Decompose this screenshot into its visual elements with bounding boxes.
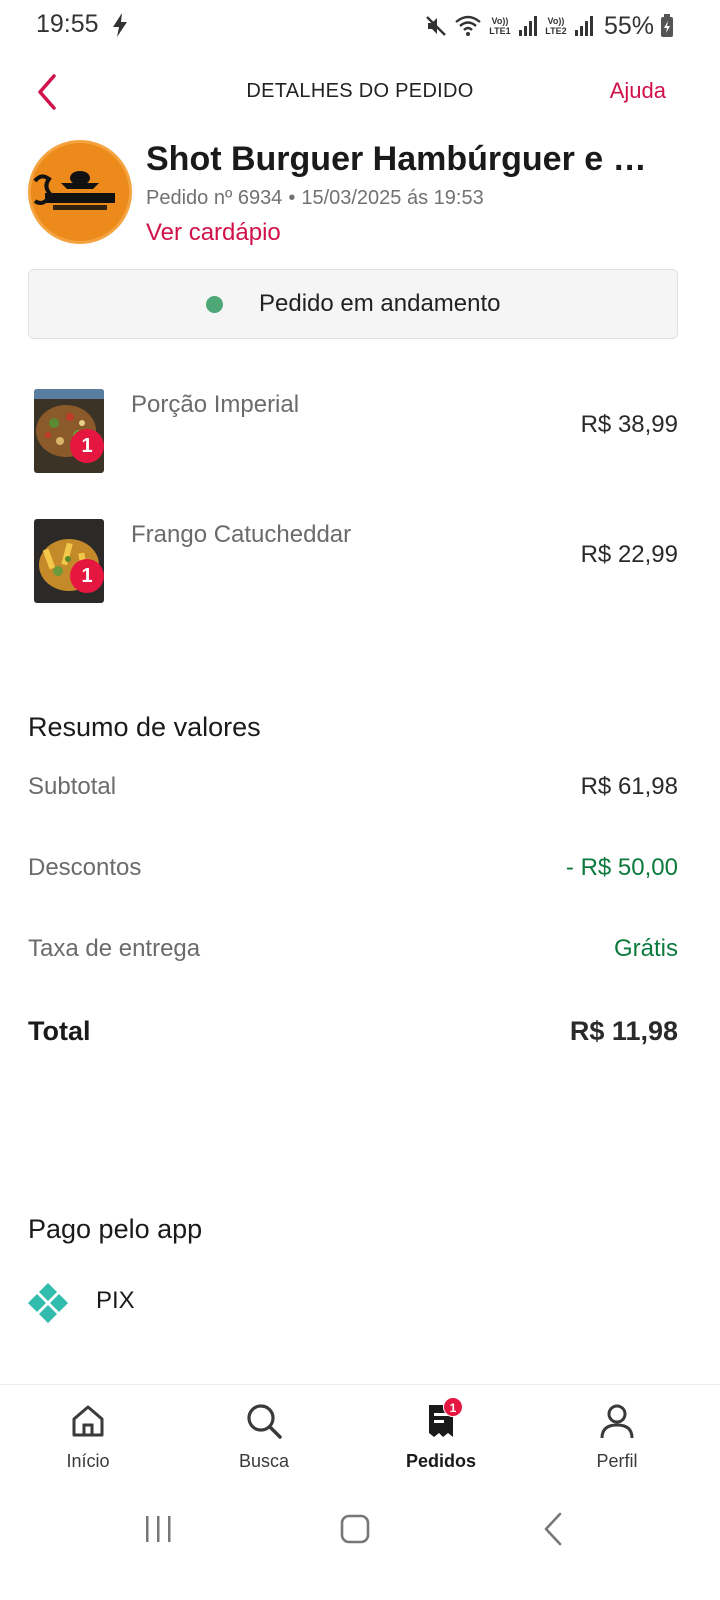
- nav-label: Perfil: [596, 1451, 638, 1471]
- battery-percent: 55%: [603, 11, 654, 40]
- bottom-navigation: Início Busca 1 Pedidos Perfil: [0, 1384, 720, 1488]
- item-name: Frango Catucheddar: [131, 521, 352, 548]
- status-bar: 19:55 Vo)) LTE1 Vo)) LTE2 55%: [0, 0, 720, 52]
- payment-title: Pago pelo app: [28, 1214, 203, 1244]
- total-label: Total: [28, 1016, 91, 1046]
- system-back-icon[interactable]: [522, 1508, 582, 1548]
- charging-bolt-icon: [113, 13, 127, 37]
- system-navigation-bar: [0, 1490, 720, 1600]
- status-icons: Vo)) LTE1 Vo)) LTE2 55%: [424, 10, 674, 42]
- recent-apps-icon[interactable]: [128, 1508, 188, 1548]
- store-logo-image: [31, 143, 129, 241]
- delivery-fee-value: Grátis: [613, 935, 678, 962]
- nav-home[interactable]: Início: [28, 1385, 148, 1485]
- subtotal-row: Subtotal R$ 61,98: [28, 773, 678, 807]
- total-row: Total R$ 11,98: [28, 1016, 678, 1050]
- subtotal-value: R$ 61,98: [580, 773, 678, 800]
- nav-label: Pedidos: [405, 1451, 476, 1471]
- item-price: R$ 22,99: [580, 541, 678, 568]
- item-name: Porção Imperial: [131, 391, 300, 418]
- sim1-label: Vo)) LTE1: [489, 16, 511, 36]
- discount-label: Descontos: [28, 854, 142, 881]
- nav-label: Início: [66, 1451, 110, 1471]
- order-item[interactable]: 1 Porção Imperial R$ 38,99: [28, 389, 678, 479]
- sim2-label: Vo)) LTE2: [545, 16, 567, 36]
- order-status-text: Pedido em andamento: [259, 290, 501, 317]
- total-value: R$ 11,98: [569, 1016, 678, 1046]
- help-button[interactable]: Ajuda: [610, 78, 666, 104]
- signal-2-icon: [574, 16, 593, 36]
- item-price: R$ 38,99: [580, 411, 678, 438]
- nav-orders[interactable]: 1 Pedidos: [381, 1385, 501, 1485]
- separator-dot: •: [288, 187, 296, 209]
- home-icon: [72, 1405, 104, 1437]
- store-name[interactable]: Shot Burguer Hambúrguer e Fr...: [146, 140, 666, 179]
- order-item[interactable]: 1 Frango Catucheddar R$ 22,99: [28, 519, 678, 609]
- item-quantity-badge: 1: [70, 429, 104, 463]
- status-indicator-dot: [206, 296, 223, 313]
- nav-search[interactable]: Busca: [204, 1385, 324, 1485]
- orders-badge: 1: [443, 1397, 463, 1417]
- discount-value: - R$ 50,00: [565, 854, 678, 881]
- top-app-bar: DETALHES DO PEDIDO Ajuda: [0, 62, 720, 122]
- pix-icon: [28, 1283, 68, 1323]
- discount-row: Descontos - R$ 50,00: [28, 854, 678, 888]
- payment-method: PIX: [96, 1287, 135, 1314]
- wifi-icon: [455, 15, 481, 36]
- nav-profile[interactable]: Perfil: [557, 1385, 677, 1485]
- search-icon: [247, 1404, 282, 1439]
- user-icon: [600, 1404, 634, 1439]
- summary-title: Resumo de valores: [28, 712, 261, 742]
- item-quantity-badge: 1: [70, 559, 104, 593]
- signal-1-icon: [518, 16, 537, 36]
- order-meta: Pedido nº 6934 • 15/03/2025 ás 19:53: [146, 187, 484, 210]
- delivery-fee-label: Taxa de entrega: [28, 935, 201, 962]
- order-status-banner: Pedido em andamento: [28, 269, 678, 339]
- status-time: 19:55: [36, 10, 99, 38]
- order-number: Pedido nº 6934: [146, 187, 283, 209]
- order-datetime: 15/03/2025 ás 19:53: [301, 187, 484, 209]
- battery-icon: [661, 14, 673, 37]
- mute-icon: [426, 16, 446, 36]
- subtotal-label: Subtotal: [28, 773, 117, 800]
- home-button-icon[interactable]: [324, 1508, 384, 1548]
- store-logo: [28, 140, 132, 244]
- nav-label: Busca: [238, 1451, 290, 1471]
- view-menu-link[interactable]: Ver cardápio: [146, 219, 281, 247]
- delivery-fee-row: Taxa de entrega Grátis: [28, 935, 678, 969]
